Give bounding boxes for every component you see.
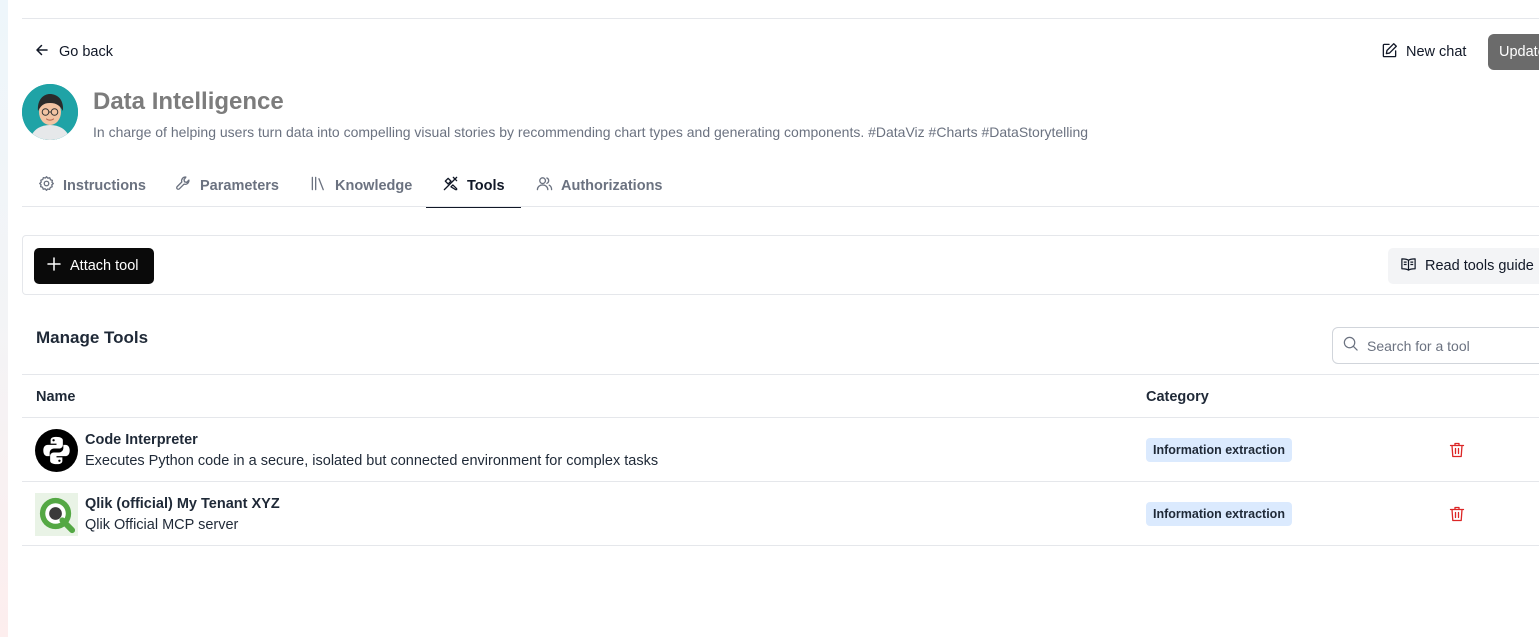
category-badge: Information extraction	[1146, 502, 1292, 526]
tool-description: Qlik Official MCP server	[85, 517, 239, 533]
tool-name: Qlik (official) My Tenant XYZ	[85, 496, 280, 512]
search-input[interactable]	[1367, 337, 1539, 354]
new-chat-label: New chat	[1406, 44, 1467, 60]
search-field[interactable]	[1332, 327, 1539, 364]
tab-parameters-label: Parameters	[200, 177, 279, 194]
column-header-name: Name	[36, 389, 76, 405]
tools-icon	[442, 175, 459, 196]
go-back-link[interactable]: Go back	[34, 42, 113, 62]
update-button[interactable]: Update	[1488, 34, 1539, 70]
wrench-icon	[175, 175, 192, 196]
agent-avatar	[22, 84, 78, 140]
trash-icon	[1449, 506, 1465, 522]
read-tools-guide-button[interactable]: Read tools guide	[1388, 248, 1539, 284]
table-row[interactable]: Code Interpreter Executes Python code in…	[22, 418, 1539, 482]
search-icon	[1342, 335, 1359, 357]
top-divider	[22, 18, 1539, 19]
tool-description: Executes Python code in a secure, isolat…	[85, 453, 659, 469]
library-icon	[310, 175, 327, 196]
table-row[interactable]: Qlik (official) My Tenant XYZ Qlik Offic…	[22, 482, 1539, 546]
tools-table: Name Category Code Interpreter Executes …	[22, 374, 1539, 546]
tab-bar: Instructions Parameters Knowledge Tools …	[22, 164, 1539, 208]
attach-tool-button[interactable]: Attach tool	[34, 248, 154, 284]
edit-icon	[1381, 42, 1398, 63]
delete-tool-button[interactable]	[1448, 441, 1466, 459]
tools-toolbar-card	[22, 235, 1539, 295]
tool-name: Code Interpreter	[85, 432, 198, 448]
agent-name: Data Intelligence	[93, 88, 284, 115]
go-back-label: Go back	[59, 44, 113, 60]
python-icon	[35, 429, 78, 472]
left-edge-strip	[0, 0, 8, 637]
table-header: Name Category	[22, 374, 1539, 418]
category-badge: Information extraction	[1146, 438, 1292, 462]
tab-knowledge-label: Knowledge	[335, 177, 413, 194]
tab-tools-label: Tools	[467, 177, 505, 194]
agent-description: In charge of helping users turn data int…	[93, 124, 1089, 140]
plus-icon	[47, 257, 61, 275]
book-open-icon	[1400, 256, 1417, 277]
tab-instructions[interactable]: Instructions	[38, 164, 146, 207]
gear-icon	[38, 175, 55, 196]
delete-tool-button[interactable]	[1448, 505, 1466, 523]
column-header-category: Category	[1146, 389, 1209, 405]
tab-authorizations-label: Authorizations	[561, 177, 663, 194]
manage-tools-title: Manage Tools	[36, 328, 149, 347]
tab-tools[interactable]: Tools	[426, 164, 521, 208]
tab-authorizations[interactable]: Authorizations	[536, 164, 663, 207]
arrow-left-icon	[34, 42, 50, 62]
tab-knowledge[interactable]: Knowledge	[310, 164, 412, 207]
tab-instructions-label: Instructions	[63, 177, 146, 194]
trash-icon	[1449, 442, 1465, 458]
read-tools-guide-label: Read tools guide	[1425, 258, 1534, 274]
qlik-icon	[35, 493, 78, 536]
tab-parameters[interactable]: Parameters	[175, 164, 279, 207]
attach-tool-label: Attach tool	[70, 258, 139, 274]
new-chat-button[interactable]: New chat	[1381, 42, 1466, 62]
users-icon	[536, 175, 553, 196]
